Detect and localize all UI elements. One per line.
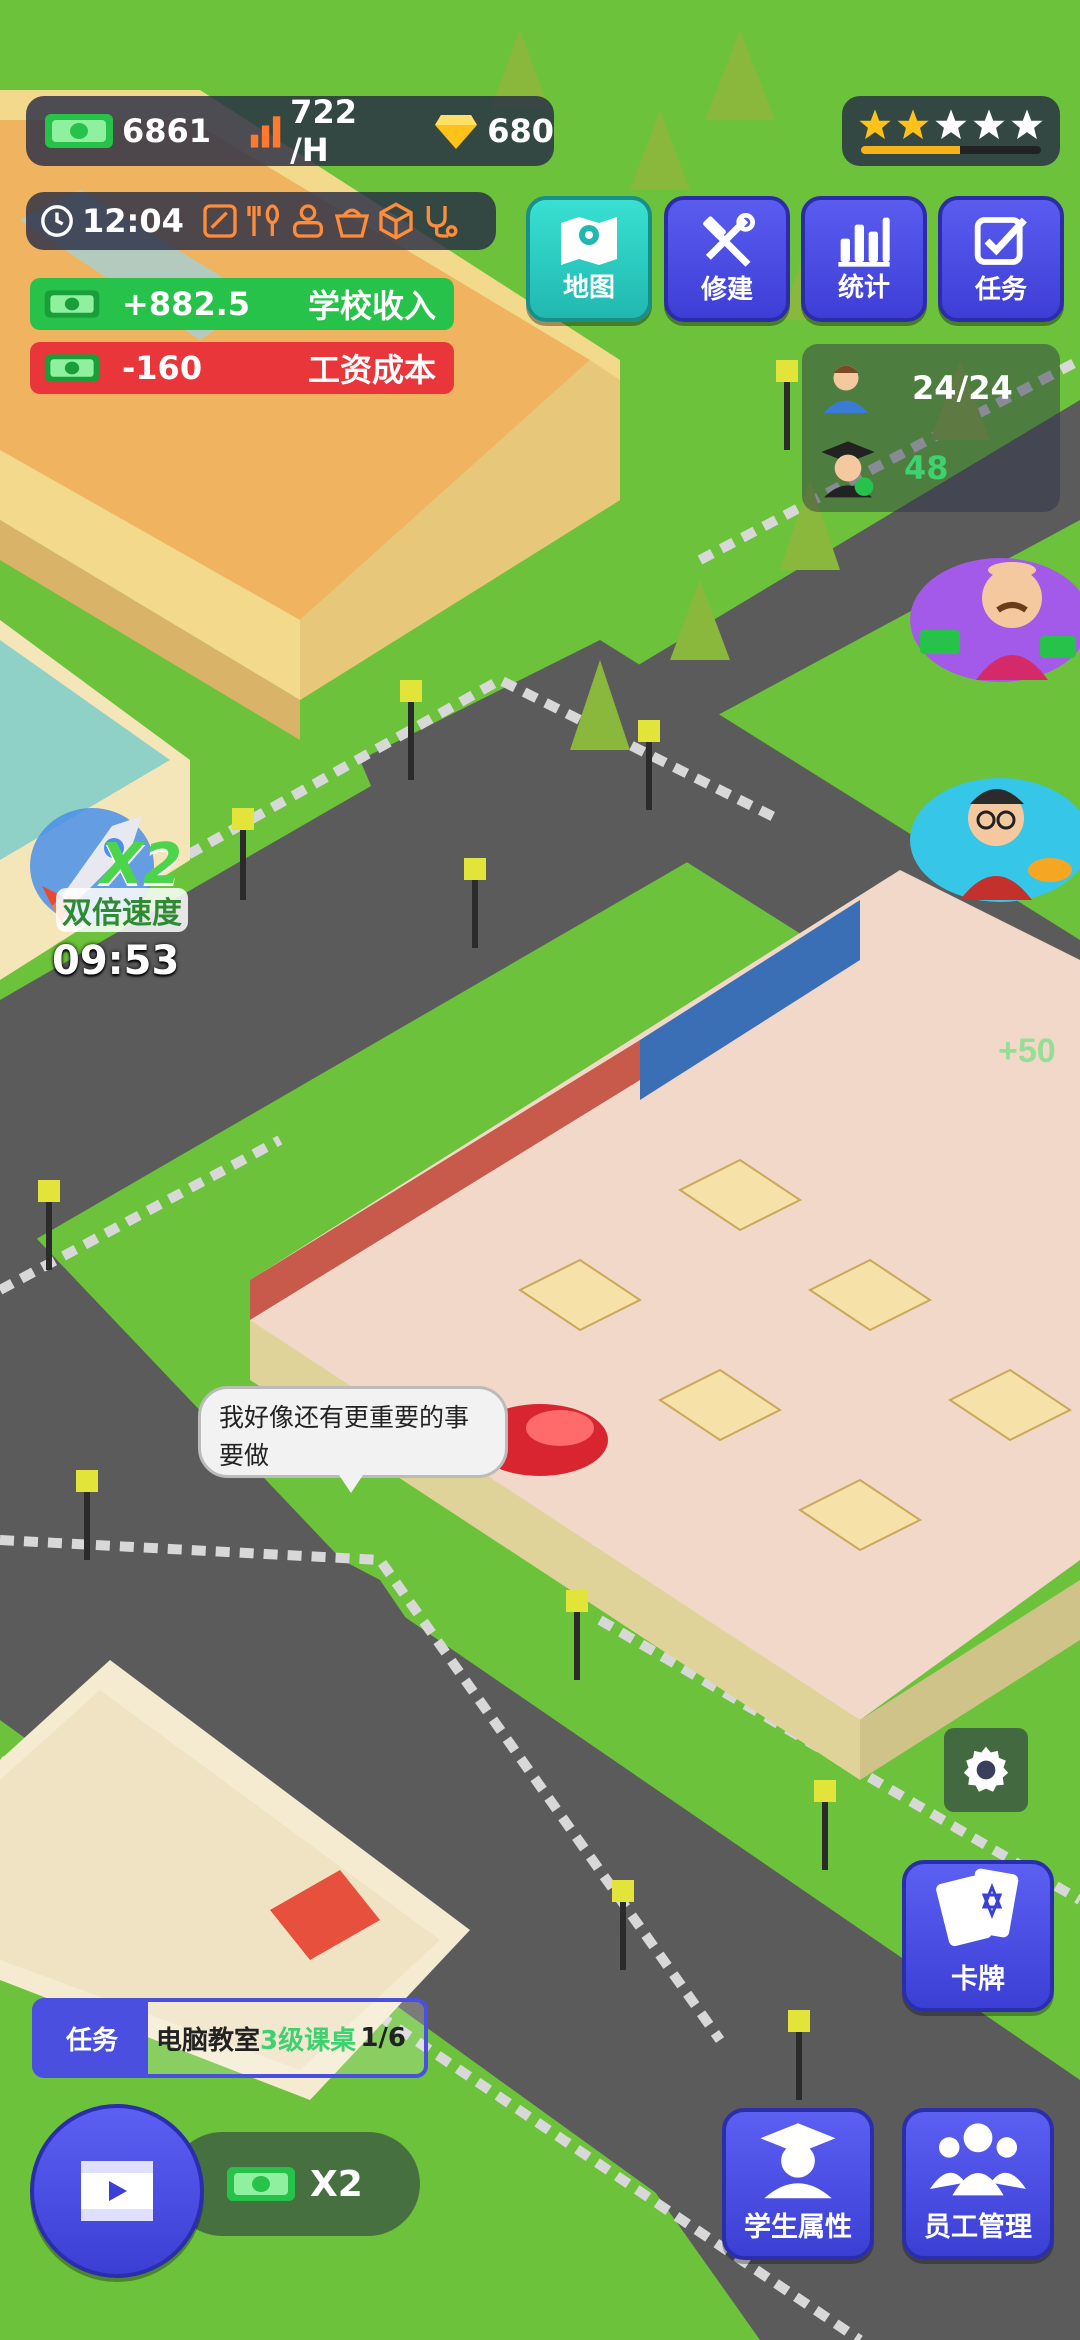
ad-reward-multiplier: X2 <box>310 2163 363 2205</box>
ad-reward-pill[interactable]: X2 <box>170 2132 420 2236</box>
stats-icon <box>838 217 890 267</box>
income-value: +882.5 <box>122 285 251 323</box>
box-icon <box>379 202 413 240</box>
board-icon <box>203 204 237 238</box>
graduates-row: 48 <box>816 436 949 500</box>
rating-stars <box>857 108 1045 142</box>
staff-management-button[interactable]: 员工管理 <box>902 2108 1054 2260</box>
cash-value: 6861 <box>122 112 212 150</box>
star-empty-icon <box>973 109 1005 140</box>
tasks-label: 任务 <box>974 274 1027 305</box>
build-label: 修建 <box>700 274 753 305</box>
group-icon <box>930 2123 1026 2196</box>
watch-ad-button[interactable] <box>30 2104 204 2278</box>
graduate-icon <box>760 2123 836 2199</box>
rating-progress-bar <box>861 146 1041 154</box>
cards-button[interactable]: 卡牌 <box>902 1860 1054 2012</box>
investor-portrait[interactable] <box>900 540 1080 690</box>
bar-chart-icon <box>250 116 281 148</box>
graduate-icon <box>821 441 875 498</box>
settings-button[interactable] <box>944 1728 1028 1812</box>
floating-income-text: +50 <box>998 1032 1056 1070</box>
task-level: 3级课桌 <box>260 2025 357 2056</box>
cards-label: 卡牌 <box>951 1964 1005 1995</box>
dining-icon <box>247 204 279 236</box>
task-name: 电脑教室 <box>156 2025 261 2056</box>
staff-row: 24/24 <box>816 358 1013 418</box>
map-button[interactable]: 地图 <box>526 196 652 322</box>
double-speed-boost[interactable]: X2 双倍速度 09:53 <box>22 796 202 996</box>
video-play-icon <box>81 2161 153 2221</box>
cost-label: 工资成本 <box>307 351 436 389</box>
build-button[interactable]: 修建 <box>664 196 790 322</box>
basket-icon <box>334 208 369 238</box>
star-filled-icon <box>897 109 929 140</box>
school-income-row: +882.5 学校收入 <box>30 278 454 330</box>
game-time: 12:04 <box>82 202 184 240</box>
salary-cost-row: -160 工资成本 <box>30 342 454 394</box>
current-task-bar[interactable]: 任务 电脑教室 3级课桌 1/6 <box>32 1998 428 2078</box>
gems-value: 680 <box>487 112 554 150</box>
income-rate-value: 722 /H <box>290 93 357 169</box>
star-empty-icon <box>1011 109 1043 140</box>
tasks-button[interactable]: 任务 <box>938 196 1064 322</box>
checklist-icon <box>974 216 1027 265</box>
income-rate-display: 722 /H <box>249 93 397 169</box>
cash-display: 6861 <box>44 111 211 151</box>
clock-icon <box>41 205 73 237</box>
star-filled-icon <box>859 109 891 140</box>
stats-button[interactable]: 统计 <box>801 196 927 322</box>
staff-management-label: 员工管理 <box>924 2212 1032 2243</box>
investor-icon <box>910 558 1080 682</box>
speech-bubble: 我好像还有更重要的事要做 <box>198 1386 508 1493</box>
diamond-icon <box>435 115 478 149</box>
cash-icon <box>44 290 100 318</box>
student-attributes-label: 学生属性 <box>744 2212 852 2243</box>
student-attributes-button[interactable]: 学生属性 <box>722 2108 874 2260</box>
task-progress: 1/6 <box>360 2023 406 2053</box>
gems-display: 680 <box>433 111 554 151</box>
resource-bar: 6861 722 /H 680 <box>26 93 554 169</box>
speed-label: 双倍速度 <box>56 888 188 932</box>
people-panel[interactable]: 24/24 48 <box>802 344 1060 512</box>
staff-avatar-icon <box>823 365 869 413</box>
stethoscope-icon <box>426 206 458 238</box>
chef-icon <box>910 778 1080 902</box>
rating-progress-fill <box>861 146 960 154</box>
cash-icon <box>227 2167 295 2201</box>
income-label: 学校收入 <box>307 287 436 325</box>
graduates-count: 48 <box>904 449 949 487</box>
stats-label: 统计 <box>837 272 890 303</box>
map-icon <box>561 216 617 265</box>
person-icon <box>292 204 323 238</box>
school-rating[interactable] <box>842 96 1060 166</box>
hammer-wrench-icon <box>703 212 755 267</box>
task-tag: 任务 <box>36 2002 148 2074</box>
gear-icon <box>963 1746 1009 1792</box>
cards-icon <box>936 1868 1019 1947</box>
map-label: 地图 <box>562 272 615 303</box>
cost-value: -160 <box>122 349 203 387</box>
facility-icons <box>200 201 460 241</box>
cash-icon <box>44 354 100 382</box>
star-empty-icon <box>935 109 967 140</box>
speed-timer: 09:53 <box>52 938 180 984</box>
chef-portrait[interactable] <box>900 760 1080 910</box>
staff-count: 24/24 <box>912 369 1013 407</box>
cash-icon <box>45 114 113 148</box>
time-facility-bar: 12:04 <box>26 192 496 250</box>
